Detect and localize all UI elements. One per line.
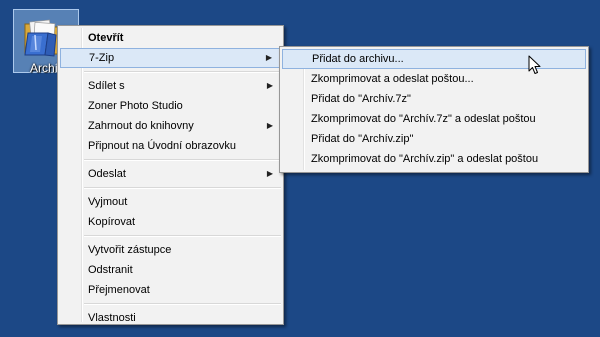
menu-item-create-shortcut[interactable]: Vytvořit zástupce [60, 240, 281, 260]
folder-icon [24, 19, 60, 57]
menu-item-label: Vyjmout [88, 196, 128, 208]
menu-item-properties[interactable]: Vlastnosti [60, 308, 281, 328]
menu-item-label: Připnout na Úvodní obrazovku [88, 140, 236, 152]
submenu-item-compress-zip-and-email[interactable]: Zkomprimovat do "Archív.zip" a odeslat p… [282, 149, 586, 169]
submenu-item-label: Zkomprimovat a odeslat poštou... [311, 73, 474, 85]
menu-item-label: Kopírovat [88, 216, 136, 228]
menu-item-label: Odstranit [88, 264, 133, 276]
menu-separator [84, 235, 281, 237]
menu-item-delete[interactable]: Odstranit [60, 260, 281, 280]
menu-item-zoner-photo-studio[interactable]: Zoner Photo Studio [60, 96, 281, 116]
menu-item-label: Sdílet s [88, 80, 125, 92]
menu-separator [84, 71, 281, 73]
menu-item-label: Vlastnosti [88, 312, 136, 324]
menu-item-cut[interactable]: Vyjmout [60, 192, 281, 212]
submenu-item-label: Zkomprimovat do "Archív.zip" a odeslat p… [311, 153, 539, 165]
menu-item-label: Odeslat [88, 168, 126, 180]
menu-item-pin-to-start[interactable]: Připnout na Úvodní obrazovku [60, 136, 281, 156]
submenu-item-label: Přidat do "Archív.7z" [311, 93, 411, 105]
submenu-item-label: Zkomprimovat do "Archív.7z" a odeslat po… [311, 113, 536, 125]
submenu-item-add-to-zip[interactable]: Přidat do "Archív.zip" [282, 129, 586, 149]
menu-item-label: Vytvořit zástupce [88, 244, 172, 256]
menu-item-label: Přejmenovat [88, 284, 150, 296]
menu-separator [84, 187, 281, 189]
menu-item-send-to[interactable]: Odeslat ▶ [60, 164, 281, 184]
menu-item-label: Zahrnout do knihovny [88, 120, 194, 132]
menu-separator [84, 303, 281, 305]
menu-item-include-in-library[interactable]: Zahrnout do knihovny ▶ [60, 116, 281, 136]
menu-item-label: Zoner Photo Studio [88, 100, 183, 112]
submenu-item-label: Přidat do "Archív.zip" [311, 133, 414, 145]
submenu-item-add-to-7z[interactable]: Přidat do "Archív.7z" [282, 89, 586, 109]
submenu-arrow-icon: ▶ [265, 53, 272, 62]
menu-item-label: Otevřít [88, 32, 124, 44]
submenu-item-label: Přidat do archivu... [312, 53, 404, 65]
menu-item-open[interactable]: Otevřít [60, 28, 281, 48]
submenu-arrow-icon: ▶ [266, 169, 273, 178]
submenu-arrow-icon: ▶ [266, 121, 273, 130]
context-menu: Otevřít 7-Zip ▶ Sdílet s ▶ Zoner Photo S… [57, 25, 284, 325]
menu-item-7zip[interactable]: 7-Zip ▶ [60, 48, 281, 68]
7zip-submenu: Přidat do archivu... Zkomprimovat a odes… [279, 46, 589, 173]
menu-item-copy[interactable]: Kopírovat [60, 212, 281, 232]
submenu-arrow-icon: ▶ [266, 81, 273, 90]
menu-item-rename[interactable]: Přejmenovat [60, 280, 281, 300]
submenu-item-compress-7z-and-email[interactable]: Zkomprimovat do "Archív.7z" a odeslat po… [282, 109, 586, 129]
arrow-cursor-icon [528, 55, 541, 74]
menu-item-share-with[interactable]: Sdílet s ▶ [60, 76, 281, 96]
menu-item-label: 7-Zip [89, 52, 115, 64]
menu-separator [84, 159, 281, 161]
